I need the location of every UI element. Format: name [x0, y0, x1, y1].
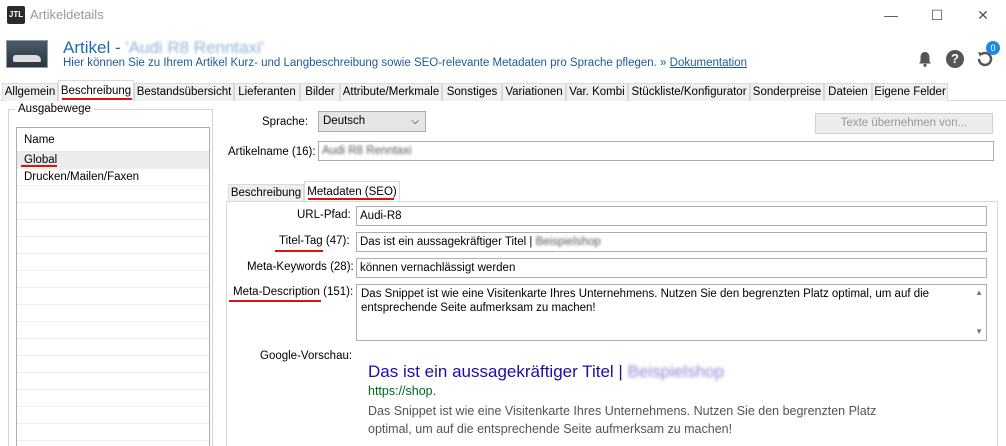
maximize-button[interactable]: ☐	[914, 0, 960, 30]
list-empty-row	[17, 339, 209, 356]
preview-url: https://shop.	[368, 384, 437, 398]
header-subtitle: Hier können Sie zu Ihrem Artikel Kurz- u…	[63, 57, 747, 69]
meta-keywords-field[interactable]: können vernachlässigt werden	[356, 258, 987, 278]
artikelname-label: Artikelname (16):	[228, 146, 316, 158]
article-title: Artikel - 'Audi R8 Renntaxi'	[63, 38, 264, 58]
annotation-underline-beschreibung	[62, 98, 132, 100]
artikelname-field[interactable]: Audi R8 Renntaxi	[318, 141, 994, 161]
title-bar: JTL Artikeldetails — ☐ ✕	[0, 0, 1006, 30]
article-title-name: 'Audi R8 Renntaxi'	[125, 38, 265, 57]
list-empty-row	[17, 220, 209, 237]
tab-attribute-merkmale[interactable]: Attribute/Merkmale	[340, 83, 442, 101]
documentation-link[interactable]: Dokumentation	[670, 57, 747, 69]
tab-stueckliste-konfigurator[interactable]: Stückliste/Konfigurator	[628, 83, 750, 101]
list-empty-row	[17, 237, 209, 254]
tab-dateien[interactable]: Dateien	[824, 83, 872, 101]
article-header: Artikel - 'Audi R8 Renntaxi' Hier können…	[0, 30, 1006, 80]
tab-var-kombi[interactable]: Var. Kombi	[566, 83, 628, 101]
preview-title-shopname: Beispielshop	[627, 362, 724, 381]
tab-sonstiges[interactable]: Sonstiges	[442, 83, 502, 101]
close-button[interactable]: ✕	[960, 0, 1006, 30]
tab-bilder[interactable]: Bilder	[300, 83, 340, 101]
annotation-underline-global	[21, 165, 57, 167]
sprache-label: Sprache:	[262, 116, 309, 128]
tab-variationen[interactable]: Variationen	[502, 83, 566, 101]
list-empty-row	[17, 203, 209, 220]
minimize-button[interactable]: —	[868, 0, 914, 30]
ausgabewege-list: Name Global Drucken/Mailen/Faxen	[16, 127, 210, 446]
bell-icon[interactable]	[916, 50, 934, 68]
list-empty-row	[17, 288, 209, 305]
artikelname-value: Audi R8 Renntaxi	[322, 145, 412, 157]
list-empty-row	[17, 322, 209, 339]
annotation-underline-description	[229, 300, 321, 302]
notification-badge: 0	[986, 41, 1000, 55]
preview-title-text: Das ist ein aussagekräftiger Titel |	[368, 362, 628, 381]
titel-tag-label: Titel-Tag (47):	[279, 235, 350, 247]
list-item-drucken[interactable]: Drucken/Mailen/Faxen	[17, 169, 209, 186]
list-empty-row	[17, 390, 209, 407]
article-thumbnail	[6, 40, 48, 68]
subtab-beschreibung[interactable]: Beschreibung	[228, 184, 304, 202]
preview-title: Das ist ein aussagekräftiger Titel | Bei…	[368, 362, 724, 382]
list-column-header[interactable]: Name	[17, 128, 209, 152]
scroll-down-icon[interactable]: ▼	[975, 325, 983, 339]
help-icon[interactable]: ?	[946, 50, 964, 68]
main-tabs: Allgemein Beschreibung Bestandsübersicht…	[0, 80, 1006, 102]
titel-tag-value: Das ist ein aussagekräftiger Titel |	[360, 236, 536, 248]
list-empty-row	[17, 356, 209, 373]
preview-description: Das Snippet ist wie eine Visitenkarte Ih…	[368, 404, 877, 436]
annotation-underline-titel	[275, 250, 323, 252]
meta-description-label: Meta-Description (151):	[233, 286, 354, 298]
tab-sonderpreise[interactable]: Sonderpreise	[750, 83, 824, 101]
titel-tag-field[interactable]: Das ist ein aussagekräftiger Titel | Bei…	[356, 232, 987, 252]
list-empty-row	[17, 373, 209, 390]
chevron-down-icon: ⌵	[411, 116, 419, 127]
window-title: Artikeldetails	[30, 7, 104, 22]
sprache-select[interactable]: Deutsch ⌵	[318, 111, 426, 132]
tab-bestandsuebersicht[interactable]: Bestandsübersicht	[134, 83, 234, 101]
tab-allgemein[interactable]: Allgemein	[2, 83, 58, 101]
google-vorschau-label: Google-Vorschau:	[260, 350, 353, 362]
annotation-underline-metadaten	[308, 198, 394, 200]
list-empty-row	[17, 271, 209, 288]
meta-description-value: Das Snippet ist wie eine Visitenkarte Ih…	[361, 288, 930, 314]
article-title-prefix: Artikel -	[63, 38, 126, 57]
app-logo-icon: JTL	[7, 6, 25, 24]
list-empty-row	[17, 424, 209, 441]
texte-uebernehmen-button[interactable]: Texte übernehmen von...	[815, 113, 993, 134]
meta-description-field[interactable]: Das Snippet ist wie eine Visitenkarte Ih…	[356, 284, 987, 341]
meta-keywords-label: Meta-Keywords (28):	[247, 261, 354, 273]
ausgabewege-label: Ausgabewege	[15, 103, 94, 115]
list-empty-row	[17, 305, 209, 322]
list-empty-row	[17, 186, 209, 203]
url-pfad-label: URL-Pfad:	[297, 209, 351, 221]
sprache-value: Deutsch	[323, 115, 366, 127]
list-empty-row	[17, 254, 209, 271]
tab-eigene-felder[interactable]: Eigene Felder	[872, 83, 948, 101]
tab-content: Ausgabewege Name Global Drucken/Mailen/F…	[0, 101, 1006, 446]
titel-tag-shopname: Beispielshop	[535, 236, 601, 248]
list-empty-row	[17, 407, 209, 424]
scroll-up-icon[interactable]: ▲	[975, 286, 983, 300]
tab-lieferanten[interactable]: Lieferanten	[234, 83, 300, 101]
subtitle-text: Hier können Sie zu Ihrem Artikel Kurz- u…	[63, 57, 667, 69]
url-pfad-field[interactable]: Audi-R8	[356, 206, 987, 226]
